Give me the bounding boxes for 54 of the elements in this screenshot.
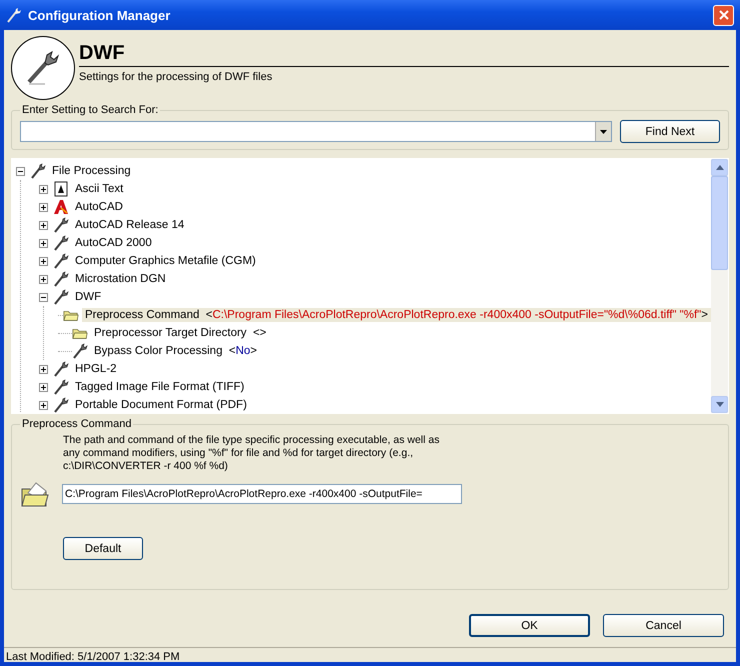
default-button[interactable]: Default — [63, 537, 143, 560]
wrench-icon — [53, 379, 69, 395]
tree-item[interactable]: Microstation DGN — [72, 272, 169, 286]
document-icon — [53, 181, 69, 197]
wrench-icon — [53, 289, 69, 305]
expand-toggle-icon[interactable] — [39, 382, 48, 392]
wrench-icon — [6, 7, 22, 23]
section-title: DWF — [79, 42, 729, 67]
wrench-icon — [53, 253, 69, 269]
tree-item[interactable]: Portable Document Format (PDF) — [72, 398, 250, 412]
close-icon — [718, 10, 728, 20]
group-label: Enter Setting to Search For: — [21, 104, 160, 116]
wrench-icon — [72, 343, 88, 359]
tree-item[interactable]: Tagged Image File Format (TIFF) — [72, 380, 248, 394]
expand-toggle-icon[interactable] — [39, 274, 48, 284]
tree-item[interactable]: Ascii Text — [72, 182, 126, 196]
collapse-toggle-icon[interactable] — [39, 292, 48, 302]
wrench-icon — [30, 163, 46, 179]
wrench-icon — [53, 235, 69, 251]
dialog-button[interactable]: Cancel — [603, 614, 724, 637]
tree-item[interactable]: Preprocessor Target Directory <> — [91, 326, 270, 340]
window-title: Configuration Manager — [28, 8, 172, 22]
tree-item[interactable]: Computer Graphics Metafile (CGM) — [72, 254, 259, 268]
expand-toggle-icon[interactable] — [39, 400, 48, 410]
find-next-button[interactable]: Find Next — [620, 120, 720, 143]
setting-description: The path and command of the file type specific processing executable, as well as any command modifiers, using "%f" for file and %d for target directory (e.g., c:\DIR\CONVERTER -r 400 %f %d) — [63, 434, 440, 473]
wrench-icon — [53, 217, 69, 233]
wrench-icon — [53, 271, 69, 287]
status-bar: Last Modified: 5/1/2007 1:32:34 PM — [4, 647, 736, 666]
tree-item[interactable]: AutoCAD 2000 — [72, 236, 155, 250]
tree-item[interactable]: Preprocess Command <C:\Program Files\AcroPlotRepro\AcroPlotRepro.exe -r400x400 -sOutputFile="%d\%06d.tiff" "%f"> — [82, 308, 711, 322]
tree-item[interactable]: HPGL-2 — [72, 362, 120, 376]
tree-item[interactable]: Bypass Color Processing <No> — [91, 344, 260, 358]
expand-toggle-icon[interactable] — [39, 202, 48, 212]
collapse-toggle-icon[interactable] — [16, 166, 25, 176]
command-input-field[interactable]: C:\Program Files\AcroPlotRepro\AcroPlotRepro.exe -r400x400 -sOutputFile= — [62, 484, 462, 504]
expand-toggle-icon[interactable] — [39, 256, 48, 266]
scroll-bar[interactable] — [711, 159, 728, 413]
close-button[interactable] — [713, 4, 734, 26]
expand-toggle-icon[interactable] — [39, 238, 48, 248]
tree-item[interactable]: DWF — [72, 290, 104, 304]
tree-item[interactable]: AutoCAD Release 14 — [72, 218, 188, 232]
expand-toggle-icon[interactable] — [39, 184, 48, 194]
wrench-icon — [53, 361, 69, 377]
wrench-icon — [53, 397, 69, 413]
section-subtitle: Settings for the processing of DWF files — [79, 70, 274, 83]
autocad-logo-icon — [53, 199, 69, 215]
tree-item[interactable]: File Processing — [49, 164, 134, 178]
search-combo-box[interactable] — [20, 121, 612, 142]
group-label: Preprocess Command — [21, 418, 132, 430]
expand-toggle-icon[interactable] — [39, 220, 48, 230]
dialog-button[interactable]: OK — [469, 614, 590, 637]
tree-item[interactable]: AutoCAD — [72, 200, 126, 214]
expand-toggle-icon[interactable] — [39, 364, 48, 374]
